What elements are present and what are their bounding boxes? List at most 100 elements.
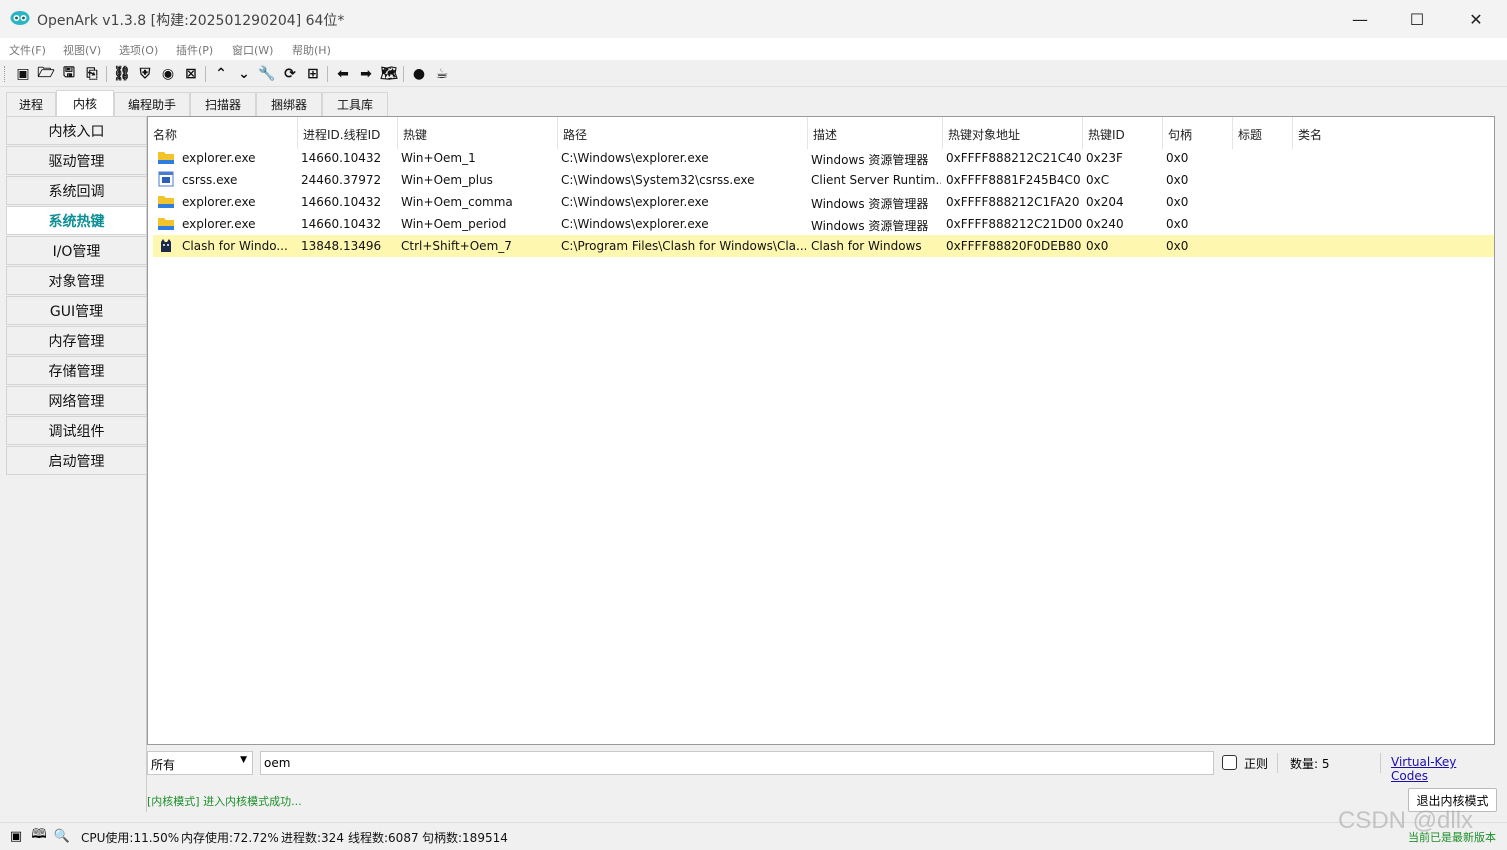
cat-icon: [161, 239, 171, 252]
export-icon[interactable]: ⎘: [83, 65, 101, 83]
menu-view[interactable]: 视图(V): [63, 42, 101, 58]
column-header-class[interactable]: 类名: [1293, 117, 1494, 149]
cell-pid: 24460.37972: [301, 173, 382, 187]
cell-name: explorer.exe: [182, 151, 256, 165]
sidebar-item-startup[interactable]: 启动管理: [6, 446, 147, 475]
sidebar-item-network[interactable]: 网络管理: [6, 386, 147, 415]
virtual-key-codes-link[interactable]: Virtual-Key Codes: [1391, 755, 1497, 783]
close-button[interactable]: ✕: [1446, 0, 1506, 38]
folder-icon: [158, 218, 174, 230]
cell-path: C:\Windows\explorer.exe: [561, 195, 709, 209]
map-icon[interactable]: 🗺: [380, 65, 398, 83]
menu-window[interactable]: 窗口(W): [232, 42, 273, 58]
cell-description: Windows 资源管理器: [811, 219, 929, 233]
folder-icon: [158, 196, 174, 208]
column-header-object-address[interactable]: 热键对象地址: [943, 117, 1083, 149]
eye-icon[interactable]: ◉: [159, 65, 177, 83]
cell-description: Client Server Runtim...: [811, 173, 941, 187]
cell-pid: 14660.10432: [301, 217, 382, 231]
app-window-icon: [158, 171, 174, 187]
cup-icon[interactable]: ☕: [433, 65, 451, 83]
cell-object-address: 0xFFFF888212C21D00: [946, 217, 1083, 231]
sidebar-item-kernel-entry[interactable]: 内核入口: [6, 116, 147, 145]
log-message: [内核模式] 进入内核模式成功...: [147, 795, 302, 808]
table-row[interactable]: explorer.exe 14660.10432 Win+Oem_comma C…: [153, 191, 1494, 213]
menu-options[interactable]: 选项(O): [119, 42, 158, 58]
column-header-path[interactable]: 路径: [558, 117, 808, 149]
sidebar-item-debug[interactable]: 调试组件: [6, 416, 147, 445]
sidebar-item-gui[interactable]: GUI管理: [6, 296, 147, 325]
column-header-hotkey[interactable]: 热键: [398, 117, 558, 149]
sidebar-item-callbacks[interactable]: 系统回调: [6, 176, 147, 205]
console-icon[interactable]: ▣: [14, 65, 32, 83]
tab-coder[interactable]: 编程助手: [114, 92, 190, 116]
github-icon[interactable]: ●: [410, 65, 428, 83]
openark-logo-icon: [10, 11, 30, 25]
toolbar-separator: [106, 66, 107, 82]
scope-select[interactable]: 所有 ▼: [147, 751, 253, 775]
cell-path: C:\Windows\System32\csrss.exe: [561, 173, 755, 187]
column-header-description[interactable]: 描述: [808, 117, 943, 149]
console-icon[interactable]: ▣: [8, 828, 24, 844]
tab-process[interactable]: 进程: [6, 92, 56, 116]
forward-icon[interactable]: ➡: [357, 65, 375, 83]
cell-description: Clash for Windows: [811, 239, 922, 253]
maximize-button[interactable]: ☐: [1387, 0, 1447, 38]
csdn-watermark: CSDN @dllx: [1338, 807, 1474, 834]
table-row[interactable]: csrss.exe 24460.37972 Win+Oem_plus C:\Wi…: [153, 169, 1494, 191]
close-box-icon[interactable]: ⊠: [182, 65, 200, 83]
save-icon[interactable]: 🖫: [60, 65, 78, 83]
sidebar-item-memory[interactable]: 内存管理: [6, 326, 147, 355]
column-header-name[interactable]: 名称: [148, 117, 298, 149]
tab-bundler[interactable]: 捆绑器: [256, 92, 322, 116]
column-header-handle[interactable]: 句柄: [1163, 117, 1233, 149]
refresh-icon[interactable]: ⟳: [281, 65, 299, 83]
sidebar-item-objects[interactable]: 对象管理: [6, 266, 147, 295]
sidebar-item-hotkeys[interactable]: 系统热键: [6, 206, 147, 235]
menu-plugins[interactable]: 插件(P): [176, 42, 213, 58]
minimize-button[interactable]: —: [1330, 0, 1390, 38]
cell-description: Windows 资源管理器: [811, 153, 929, 167]
open-folder-icon[interactable]: 🗁: [37, 65, 55, 83]
process-count: 进程数:324: [281, 831, 344, 845]
menu-help[interactable]: 帮助(H): [292, 42, 331, 58]
sidebar-item-drivers[interactable]: 驱动管理: [6, 146, 147, 175]
table-row[interactable]: explorer.exe 14660.10432 Win+Oem_period …: [153, 213, 1494, 235]
sidebar-item-storage[interactable]: 存储管理: [6, 356, 147, 385]
cell-object-address: 0xFFFF888212C21C40: [946, 151, 1082, 165]
cell-hotkey-id: 0x240: [1086, 217, 1124, 231]
menu-file[interactable]: 文件(F): [9, 42, 46, 58]
wrench-icon[interactable]: 🔧: [258, 65, 276, 83]
result-count: 数量: 5: [1290, 757, 1330, 771]
tab-toolkit[interactable]: 工具库: [322, 92, 388, 116]
back-icon[interactable]: ⬅: [334, 65, 352, 83]
table-row-selected[interactable]: Clash for Windo... 13848.13496 Ctrl+Shif…: [153, 235, 1494, 257]
shield-icon[interactable]: ⛨: [136, 65, 154, 83]
cell-pid: 14660.10432: [301, 195, 382, 209]
down-icon[interactable]: ⌄: [235, 65, 253, 83]
cell-name: csrss.exe: [182, 173, 238, 187]
column-header-title[interactable]: 标题: [1233, 117, 1293, 149]
grid-icon[interactable]: ⊞: [304, 65, 322, 83]
cell-hotkey-id: 0x204: [1086, 195, 1124, 209]
filter-bar: 所有 ▼ oem 正则 数量: 5 Virtual-Key Codes: [147, 751, 1497, 783]
sidebar-item-io[interactable]: I/O管理: [6, 236, 147, 265]
link-icon[interactable]: ⛓: [113, 65, 131, 83]
tab-kernel[interactable]: 内核: [56, 90, 114, 116]
column-header-hotkey-id[interactable]: 热键ID: [1083, 117, 1163, 149]
up-icon[interactable]: ⌃: [212, 65, 230, 83]
search-icon[interactable]: 🔍: [54, 828, 70, 844]
table-row[interactable]: explorer.exe 14660.10432 Win+Oem_1 C:\Wi…: [153, 147, 1494, 169]
column-header-pid-tid[interactable]: 进程ID.线程ID: [298, 117, 398, 149]
cell-hotkey-id: 0xC: [1086, 173, 1110, 187]
cell-path: C:\Windows\explorer.exe: [561, 151, 709, 165]
regex-checkbox[interactable]: [1222, 755, 1237, 770]
menu-bar: 文件(F) 视图(V) 选项(O) 插件(P) 窗口(W) 帮助(H): [0, 38, 1507, 60]
tab-scanner[interactable]: 扫描器: [190, 92, 256, 116]
cell-name: explorer.exe: [182, 217, 256, 231]
thread-count: 线程数:6087: [348, 831, 419, 845]
folder-icon: [158, 152, 174, 164]
map-icon[interactable]: 🕮: [31, 827, 47, 844]
window-title: OpenArk v1.3.8 [构建:202501290204] 64位*: [37, 13, 345, 29]
filter-input[interactable]: oem: [260, 751, 1214, 775]
